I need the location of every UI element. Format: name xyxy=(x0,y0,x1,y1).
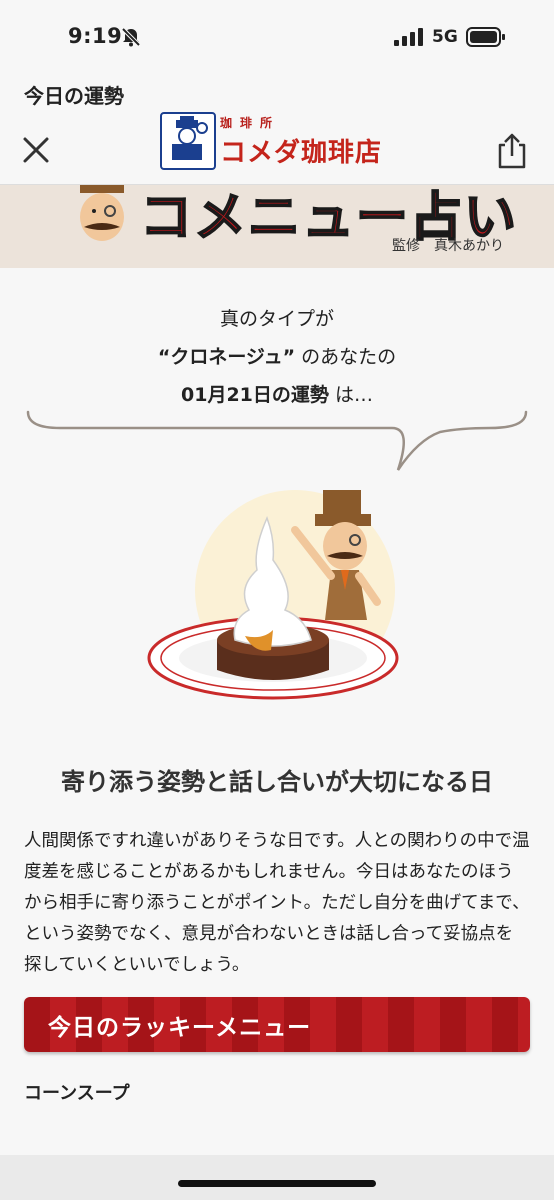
speech-bubble-divider xyxy=(26,410,528,471)
bell-muted-icon xyxy=(121,27,141,47)
fortune-banner: コメニュー占い 監修 真木あかり xyxy=(0,185,554,268)
logo-text: コメダ珈琲店 xyxy=(220,138,383,168)
battery-icon xyxy=(466,27,505,47)
dessert-illustration xyxy=(147,490,399,700)
type-name: “クロネージュ” xyxy=(157,346,296,368)
network-type: 5G xyxy=(432,27,458,47)
close-icon[interactable] xyxy=(22,136,52,166)
komeda-logo: 珈琲所 コメダ珈琲店 xyxy=(158,112,398,170)
intro-line-2-suffix: のあなたの xyxy=(301,346,397,368)
share-icon[interactable] xyxy=(496,132,528,170)
lucky-menu-header: 今日のラッキーメニュー xyxy=(24,997,530,1052)
fortune-body: 人間関係ですれ違いがありそうな日です。人との関わりの中で温度差を感じることがある… xyxy=(24,831,530,975)
intro-line-2: “クロネージュ” のあなたの xyxy=(0,338,554,376)
lucky-menu-label: 今日のラッキーメニュー xyxy=(48,1015,312,1041)
bottom-toolbar xyxy=(0,1155,554,1200)
page-title: 今日の運勢 xyxy=(24,84,124,108)
fortune-intro: 真のタイプが “クロネージュ” のあなたの 01月21日の運勢 は… xyxy=(0,300,554,414)
logo-emblem-icon xyxy=(160,112,216,170)
banner-supervisor: 監修 真木あかり xyxy=(392,238,504,254)
character-face-icon xyxy=(80,185,124,241)
signal-icon xyxy=(394,28,423,46)
intro-line-1: 真のタイプが xyxy=(219,308,334,330)
fortune-headline: 寄り添う姿勢と話し合いが大切になる日 xyxy=(61,768,493,796)
status-time: 9:19 xyxy=(68,24,123,48)
nav-bar: 今日の運勢 珈琲所 コメダ珈琲店 xyxy=(0,74,554,185)
status-bar: 9:19 5G xyxy=(0,0,554,74)
lucky-menu-item: コーンスープ xyxy=(24,1083,130,1104)
logo-subtitle: 珈琲所 xyxy=(220,116,281,130)
home-indicator[interactable] xyxy=(178,1180,376,1187)
